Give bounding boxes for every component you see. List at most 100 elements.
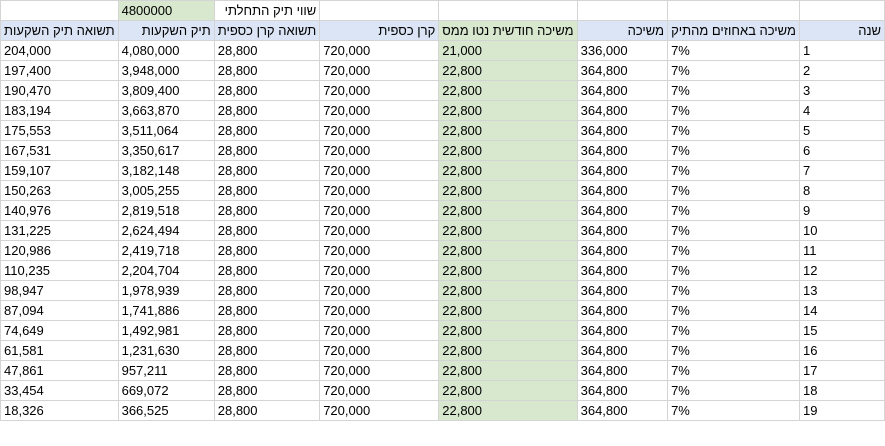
cell-monthly-net[interactable]: 22,800 [438, 320, 578, 341]
header-monthly-net[interactable]: משיכה חודשית נטו ממס [438, 20, 578, 41]
cell-money-fund[interactable]: 720,000 [319, 380, 440, 401]
cell-year[interactable]: 17 [798, 360, 885, 381]
cell-withdraw[interactable]: 364,800 [576, 380, 669, 401]
cell-money-fund[interactable]: 720,000 [319, 300, 440, 321]
cell-money-fund[interactable]: 720,000 [319, 160, 440, 181]
cell-portfolio[interactable]: 1,231,630 [117, 340, 215, 361]
cell-money-fund-return[interactable]: 28,800 [213, 360, 321, 381]
cell[interactable] [798, 0, 885, 21]
cell-monthly-net[interactable]: 22,800 [438, 160, 578, 181]
cell[interactable] [319, 0, 440, 21]
initial-portfolio-value[interactable]: 4800000 [117, 0, 215, 21]
header-money-fund-return[interactable]: תשואה קרן כספית [213, 20, 321, 41]
cell-portfolio[interactable]: 3,182,148 [117, 160, 215, 181]
cell-money-fund-return[interactable]: 28,800 [213, 240, 321, 261]
cell-withdraw-pct[interactable]: 7% [667, 200, 800, 221]
cell-money-fund[interactable]: 720,000 [319, 340, 440, 361]
header-year[interactable]: שנה [798, 20, 885, 41]
cell-money-fund-return[interactable]: 28,800 [213, 280, 321, 301]
cell-monthly-net[interactable]: 22,800 [438, 60, 578, 81]
cell-portfolio-return[interactable]: 131,225 [0, 220, 119, 241]
cell-withdraw[interactable]: 364,800 [576, 240, 669, 261]
cell-withdraw-pct[interactable]: 7% [667, 320, 800, 341]
cell-portfolio[interactable]: 3,511,064 [117, 120, 215, 141]
cell-withdraw[interactable]: 364,800 [576, 220, 669, 241]
cell-year[interactable]: 11 [798, 240, 885, 261]
cell-withdraw-pct[interactable]: 7% [667, 140, 800, 161]
cell-portfolio-return[interactable]: 190,470 [0, 80, 119, 101]
cell-withdraw[interactable]: 364,800 [576, 400, 669, 421]
cell[interactable] [0, 0, 119, 21]
cell-withdraw-pct[interactable]: 7% [667, 40, 800, 61]
cell-withdraw[interactable]: 364,800 [576, 60, 669, 81]
cell-year[interactable]: 7 [798, 160, 885, 181]
cell-money-fund-return[interactable]: 28,800 [213, 180, 321, 201]
cell-money-fund-return[interactable]: 28,800 [213, 320, 321, 341]
cell-year[interactable]: 15 [798, 320, 885, 341]
cell-year[interactable]: 18 [798, 380, 885, 401]
cell-money-fund-return[interactable]: 28,800 [213, 120, 321, 141]
cell-money-fund[interactable]: 720,000 [319, 200, 440, 221]
cell-money-fund[interactable]: 720,000 [319, 40, 440, 61]
cell-portfolio-return[interactable]: 140,976 [0, 200, 119, 221]
cell-monthly-net[interactable]: 22,800 [438, 240, 578, 261]
cell-portfolio[interactable]: 3,005,255 [117, 180, 215, 201]
cell-year[interactable]: 9 [798, 200, 885, 221]
cell-money-fund[interactable]: 720,000 [319, 60, 440, 81]
cell-money-fund[interactable]: 720,000 [319, 120, 440, 141]
cell-monthly-net[interactable]: 22,800 [438, 260, 578, 281]
cell-year[interactable]: 2 [798, 60, 885, 81]
cell-money-fund[interactable]: 720,000 [319, 140, 440, 161]
cell-money-fund[interactable]: 720,000 [319, 180, 440, 201]
cell-money-fund-return[interactable]: 28,800 [213, 60, 321, 81]
cell-withdraw-pct[interactable]: 7% [667, 400, 800, 421]
cell-money-fund-return[interactable]: 28,800 [213, 260, 321, 281]
cell[interactable] [576, 0, 669, 21]
cell-portfolio[interactable]: 3,809,400 [117, 80, 215, 101]
cell-year[interactable]: 3 [798, 80, 885, 101]
cell-withdraw[interactable]: 364,800 [576, 100, 669, 121]
cell-portfolio[interactable]: 957,211 [117, 360, 215, 381]
cell-withdraw-pct[interactable]: 7% [667, 160, 800, 181]
header-money-fund[interactable]: קרן כספית [319, 20, 440, 41]
cell-monthly-net[interactable]: 22,800 [438, 300, 578, 321]
cell-money-fund-return[interactable]: 28,800 [213, 200, 321, 221]
cell-withdraw-pct[interactable]: 7% [667, 260, 800, 281]
cell-portfolio[interactable]: 2,819,518 [117, 200, 215, 221]
cell-monthly-net[interactable]: 22,800 [438, 380, 578, 401]
cell-year[interactable]: 5 [798, 120, 885, 141]
cell-portfolio[interactable]: 1,978,939 [117, 280, 215, 301]
cell-portfolio-return[interactable]: 197,400 [0, 60, 119, 81]
cell-withdraw[interactable]: 364,800 [576, 260, 669, 281]
cell[interactable] [667, 0, 800, 21]
cell-withdraw[interactable]: 364,800 [576, 280, 669, 301]
cell-monthly-net[interactable]: 22,800 [438, 340, 578, 361]
cell-money-fund[interactable]: 720,000 [319, 220, 440, 241]
cell-year[interactable]: 1 [798, 40, 885, 61]
cell-portfolio-return[interactable]: 120,986 [0, 240, 119, 261]
cell-monthly-net[interactable]: 22,800 [438, 120, 578, 141]
cell-portfolio[interactable]: 669,072 [117, 380, 215, 401]
cell-money-fund[interactable]: 720,000 [319, 360, 440, 381]
cell-money-fund-return[interactable]: 28,800 [213, 340, 321, 361]
cell-portfolio-return[interactable]: 61,581 [0, 340, 119, 361]
cell-year[interactable]: 13 [798, 280, 885, 301]
header-withdraw-pct[interactable]: משיכה באחוזים מהתיק [667, 20, 800, 41]
cell-money-fund-return[interactable]: 28,800 [213, 40, 321, 61]
initial-portfolio-label[interactable]: שווי תיק התחלתי [213, 0, 321, 21]
cell-portfolio-return[interactable]: 18,326 [0, 400, 119, 421]
cell-portfolio-return[interactable]: 98,947 [0, 280, 119, 301]
cell-portfolio[interactable]: 3,663,870 [117, 100, 215, 121]
cell-monthly-net[interactable]: 21,000 [438, 40, 578, 61]
cell-withdraw[interactable]: 364,800 [576, 360, 669, 381]
cell-year[interactable]: 4 [798, 100, 885, 121]
cell-portfolio[interactable]: 1,741,886 [117, 300, 215, 321]
cell-withdraw[interactable]: 364,800 [576, 120, 669, 141]
cell-monthly-net[interactable]: 22,800 [438, 180, 578, 201]
header-withdraw[interactable]: משיכה [576, 20, 669, 41]
cell-withdraw-pct[interactable]: 7% [667, 380, 800, 401]
cell-withdraw-pct[interactable]: 7% [667, 300, 800, 321]
cell-portfolio[interactable]: 3,350,617 [117, 140, 215, 161]
cell-withdraw[interactable]: 364,800 [576, 80, 669, 101]
cell-portfolio-return[interactable]: 175,553 [0, 120, 119, 141]
